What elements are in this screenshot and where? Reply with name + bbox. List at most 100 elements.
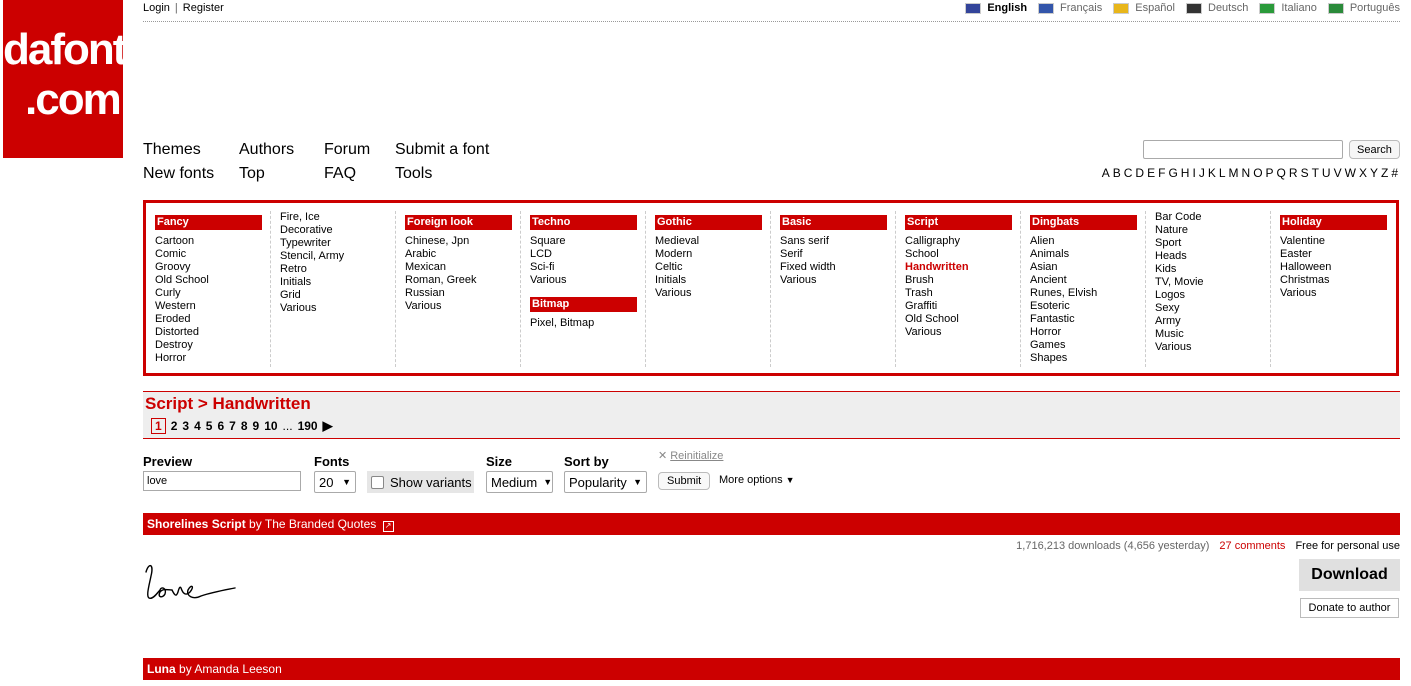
category-link[interactable]: Various	[905, 326, 1020, 339]
category-heading[interactable]: Bitmap	[530, 297, 637, 312]
category-heading[interactable]: Basic	[780, 215, 887, 230]
search-input[interactable]	[1143, 140, 1343, 159]
category-link[interactable]: Calligraphy	[905, 235, 1020, 248]
alphabet-letter-link[interactable]: I	[1192, 166, 1195, 180]
alphabet-letter-link[interactable]: B	[1113, 166, 1121, 180]
alphabet-letter-link[interactable]: Y	[1370, 166, 1378, 180]
category-link[interactable]: Runes, Elvish	[1030, 287, 1145, 300]
category-link[interactable]: Nature	[1155, 224, 1270, 237]
category-link[interactable]: Celtic	[655, 261, 770, 274]
more-options-toggle[interactable]: More options ▼	[719, 474, 795, 486]
page-link[interactable]: 3	[182, 419, 189, 433]
category-heading[interactable]: Fancy	[155, 215, 262, 230]
category-link[interactable]: Animals	[1030, 248, 1145, 261]
category-link[interactable]: Horror	[155, 352, 270, 365]
alphabet-letter-link[interactable]: P	[1266, 166, 1274, 180]
category-link[interactable]: Ancient	[1030, 274, 1145, 287]
alphabet-letter-link[interactable]: #	[1391, 166, 1398, 180]
category-heading[interactable]: Holiday	[1280, 215, 1387, 230]
alphabet-letter-link[interactable]: Q	[1277, 166, 1286, 180]
login-link[interactable]: Login	[143, 2, 170, 14]
category-link[interactable]: Various	[405, 300, 520, 313]
category-link[interactable]: Modern	[655, 248, 770, 261]
nav-submit-font[interactable]: Submit a font	[395, 141, 489, 159]
external-link-icon[interactable]: ↗	[382, 521, 394, 532]
category-link[interactable]: Old School	[905, 313, 1020, 326]
category-link[interactable]: Halloween	[1280, 261, 1395, 274]
category-link[interactable]: Western	[155, 300, 270, 313]
category-link[interactable]: Army	[1155, 315, 1270, 328]
page-link[interactable]: 7	[229, 419, 236, 433]
page-link[interactable]: 4	[194, 419, 201, 433]
category-link[interactable]: Esoteric	[1030, 300, 1145, 313]
alphabet-letter-link[interactable]: W	[1345, 166, 1356, 180]
language-option[interactable]: Deutsch	[1186, 2, 1248, 14]
alphabet-letter-link[interactable]: O	[1253, 166, 1262, 180]
category-link[interactable]: Comic	[155, 248, 270, 261]
alphabet-letter-link[interactable]: V	[1334, 166, 1342, 180]
category-link[interactable]: Roman, Greek	[405, 274, 520, 287]
category-link[interactable]: Fire, Ice	[280, 211, 395, 224]
category-link[interactable]: Retro	[280, 263, 395, 276]
variants-checkbox[interactable]	[371, 475, 384, 489]
font-name-link[interactable]: Shorelines Script	[147, 517, 246, 531]
language-option[interactable]: Italiano	[1259, 2, 1317, 14]
alphabet-letter-link[interactable]: H	[1181, 166, 1190, 180]
category-link[interactable]: Trash	[905, 287, 1020, 300]
category-heading[interactable]: Techno	[530, 215, 637, 230]
category-link[interactable]: Heads	[1155, 250, 1270, 263]
category-link[interactable]: Asian	[1030, 261, 1145, 274]
category-link[interactable]: Medieval	[655, 235, 770, 248]
alphabet-letter-link[interactable]: Z	[1381, 166, 1388, 180]
alphabet-letter-link[interactable]: F	[1158, 166, 1165, 180]
alphabet-letter-link[interactable]: L	[1219, 166, 1226, 180]
category-link[interactable]: Logos	[1155, 289, 1270, 302]
alphabet-letter-link[interactable]: R	[1289, 166, 1298, 180]
category-link[interactable]: Decorative	[280, 224, 395, 237]
category-link[interactable]: Square	[530, 235, 645, 248]
category-link[interactable]: Valentine	[1280, 235, 1395, 248]
alphabet-letter-link[interactable]: E	[1147, 166, 1155, 180]
alphabet-letter-link[interactable]: J	[1199, 166, 1205, 180]
category-link[interactable]: Bar Code	[1155, 211, 1270, 224]
alphabet-letter-link[interactable]: D	[1135, 166, 1144, 180]
category-link[interactable]: Russian	[405, 287, 520, 300]
dafont-logo[interactable]: dafont .com	[3, 0, 127, 158]
category-link[interactable]: Serif	[780, 248, 895, 261]
category-link[interactable]: Distorted	[155, 326, 270, 339]
font-preview-sample[interactable]	[143, 560, 238, 613]
category-link[interactable]: TV, Movie	[1155, 276, 1270, 289]
alphabet-letter-link[interactable]: S	[1301, 166, 1309, 180]
language-option[interactable]: Español	[1113, 2, 1175, 14]
category-heading[interactable]: Foreign look	[405, 215, 512, 230]
category-link[interactable]: Handwritten	[905, 261, 1020, 274]
alphabet-letter-link[interactable]: T	[1312, 166, 1319, 180]
category-link[interactable]: Sans serif	[780, 235, 895, 248]
category-link[interactable]: Brush	[905, 274, 1020, 287]
nav-faq[interactable]: FAQ	[324, 165, 356, 183]
language-option[interactable]: Português	[1327, 2, 1400, 14]
page-link[interactable]: 5	[206, 419, 213, 433]
category-link[interactable]: Pixel, Bitmap	[530, 317, 645, 330]
language-option[interactable]: English	[965, 2, 1027, 14]
page-link[interactable]: 9	[253, 419, 260, 433]
category-link[interactable]: Sport	[1155, 237, 1270, 250]
submit-button[interactable]: Submit	[658, 472, 711, 490]
category-link[interactable]: Grid	[280, 289, 395, 302]
category-link[interactable]: Various	[780, 274, 895, 287]
category-link[interactable]: Various	[280, 302, 395, 315]
category-link[interactable]: Shapes	[1030, 352, 1145, 365]
alphabet-letter-link[interactable]: U	[1322, 166, 1331, 180]
alphabet-letter-link[interactable]: N	[1242, 166, 1251, 180]
show-variants-toggle[interactable]: Show variants	[367, 471, 474, 493]
download-button[interactable]: Download	[1299, 559, 1400, 591]
category-link[interactable]: Destroy	[155, 339, 270, 352]
author-link[interactable]: The Branded Quotes	[265, 517, 376, 531]
nav-new-fonts[interactable]: New fonts	[143, 165, 214, 183]
category-link[interactable]: Horror	[1030, 326, 1145, 339]
category-link[interactable]: Fantastic	[1030, 313, 1145, 326]
page-link-last[interactable]: 190	[298, 419, 318, 433]
category-link[interactable]: Chinese, Jpn	[405, 235, 520, 248]
category-heading[interactable]: Gothic	[655, 215, 762, 230]
category-heading[interactable]: Script	[905, 215, 1012, 230]
